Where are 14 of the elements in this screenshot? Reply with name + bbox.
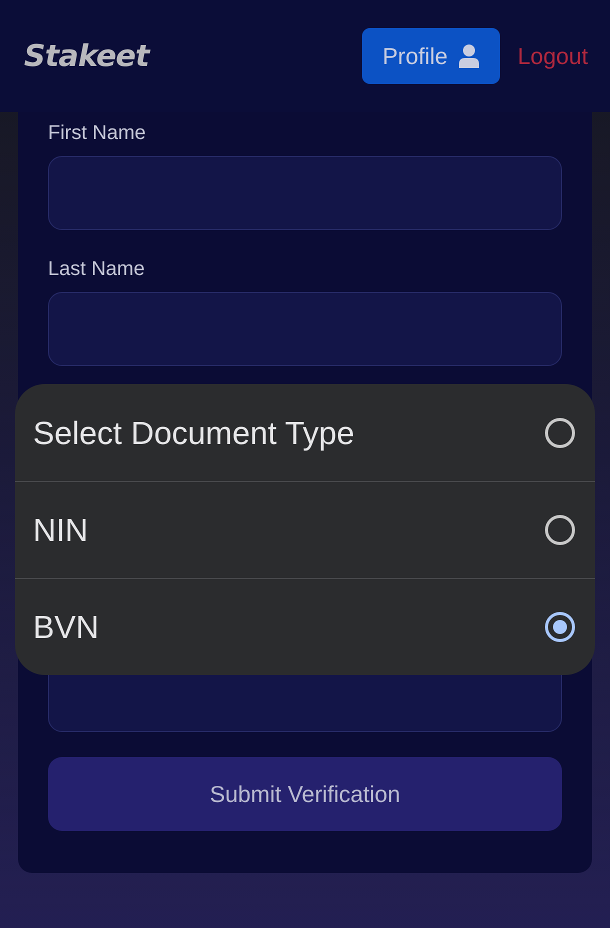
radio-button[interactable] — [545, 418, 575, 448]
user-icon — [458, 44, 480, 68]
input-field[interactable] — [48, 292, 562, 366]
menu-option[interactable]: BVN — [15, 578, 595, 675]
logo[interactable]: Stakeet — [24, 34, 149, 78]
submit-button[interactable]: Submit Verification — [48, 757, 562, 831]
input-field[interactable] — [48, 156, 562, 230]
field-label: First Name — [48, 121, 147, 146]
field-label: Last Name — [48, 257, 146, 282]
menu-option[interactable]: NIN — [15, 481, 595, 578]
radio-button[interactable] — [545, 612, 575, 642]
menu-option[interactable]: Select Document Type — [15, 384, 595, 481]
radio-button[interactable] — [545, 515, 575, 545]
profile-button[interactable]: Profile — [362, 28, 500, 84]
